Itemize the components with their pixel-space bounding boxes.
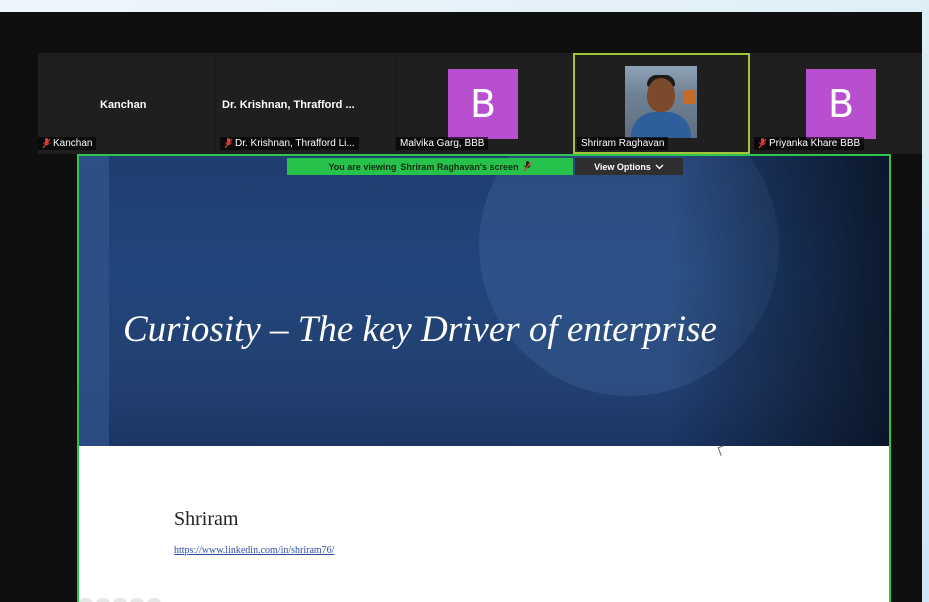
slide-title: Curiosity – The key Driver of enterprise [123, 309, 717, 350]
participant-label: Malvika Garg, BBB [396, 137, 489, 150]
shared-screen[interactable]: Curiosity – The key Driver of enterprise… [77, 154, 891, 602]
mic-off-icon [42, 138, 51, 149]
slide-body: Shriram https://www.linkedin.com/in/shri… [79, 445, 889, 602]
mic-off-icon [758, 138, 767, 149]
viewing-prefix: You are viewing [328, 161, 397, 172]
presenter-link[interactable]: https://www.linkedin.com/in/shriram76/ [174, 545, 334, 556]
participant-name: Shriram Raghavan [581, 138, 665, 149]
mic-off-icon [224, 138, 233, 149]
participant-tile-dr-krishnan[interactable]: Dr. Krishnan, Thrafford ... Dr. Krishnan… [216, 53, 394, 154]
participant-name: Malvika Garg, BBB [400, 138, 485, 149]
presenter-name: Shriram [174, 508, 239, 530]
participant-label: Priyanka Khare BBB [754, 137, 865, 150]
participant-label: Shriram Raghavan [577, 137, 669, 150]
participant-tile-malvika-garg[interactable]: B Malvika Garg, BBB [396, 53, 572, 154]
mouse-cursor-icon [717, 445, 728, 456]
participant-video [625, 66, 697, 138]
avatar: B [448, 69, 518, 139]
view-options-label: View Options [594, 161, 651, 172]
participant-strip: Kanchan Kanchan Dr. Krishnan, Thrafford … [38, 53, 922, 154]
participant-tile-priyanka-khare[interactable]: B Priyanka Khare BBB [752, 53, 922, 154]
viewing-name: Shriram Raghavan's screen [400, 161, 519, 172]
participant-label: Dr. Krishnan, Thrafford Li... [220, 137, 359, 150]
view-options-button[interactable]: View Options [575, 158, 683, 175]
participant-name: Priyanka Khare BBB [769, 138, 861, 149]
participant-display-name: Dr. Krishnan, Thrafford ... [222, 99, 355, 111]
viewing-banner: You are viewing Shriram Raghavan's scree… [287, 158, 573, 175]
participant-tile-shriram-raghavan[interactable]: Shriram Raghavan [573, 53, 750, 154]
chevron-down-icon [655, 162, 664, 172]
participant-name: Dr. Krishnan, Thrafford Li... [235, 138, 355, 149]
slide-footer-dots [79, 598, 161, 602]
participant-name: Kanchan [53, 138, 93, 149]
mic-off-icon [523, 161, 532, 172]
meeting-window: Kanchan Kanchan Dr. Krishnan, Thrafford … [0, 12, 922, 602]
participant-tile-kanchan[interactable]: Kanchan Kanchan [38, 53, 214, 154]
participant-label: Kanchan [38, 137, 97, 150]
slide-header: Curiosity – The key Driver of enterprise [79, 156, 889, 446]
participant-display-name: Kanchan [100, 99, 147, 111]
avatar: B [806, 69, 876, 139]
